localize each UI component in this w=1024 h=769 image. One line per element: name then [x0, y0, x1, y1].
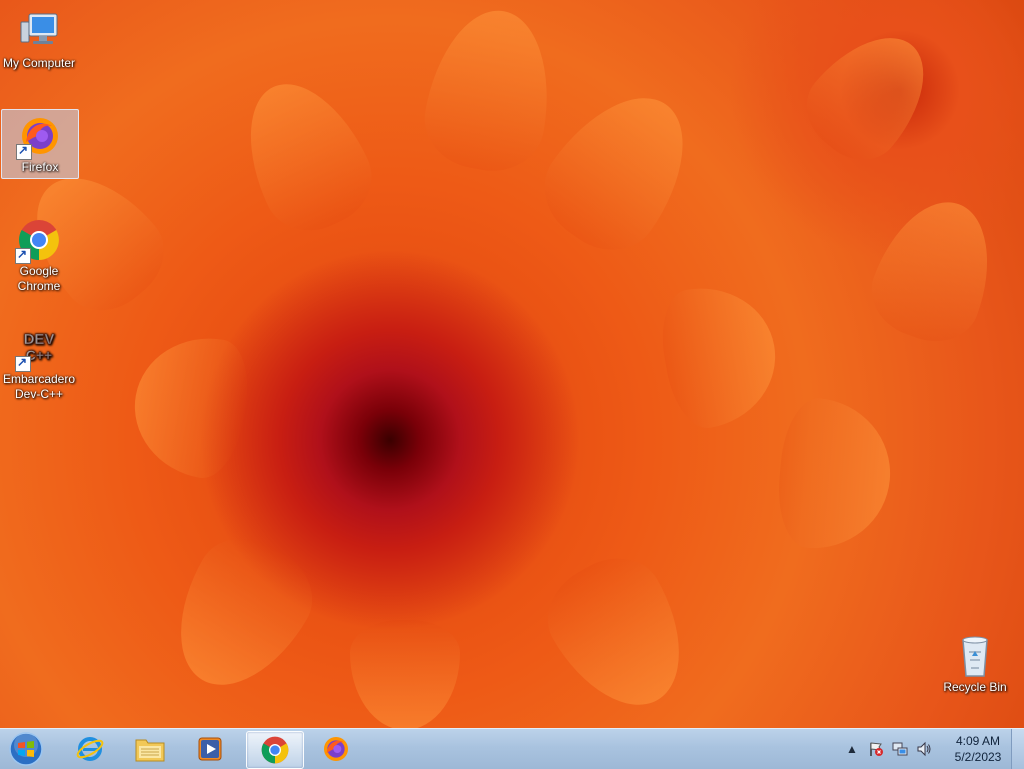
desktop-icon-label: Recycle Bin — [943, 680, 1007, 694]
clock[interactable]: 4:09 AM 5/2/2023 — [946, 733, 1010, 765]
network-icon[interactable] — [891, 740, 909, 758]
computer-icon — [15, 8, 63, 56]
internet-explorer-icon — [76, 737, 104, 761]
desktop: My Computer Firefox Google Ch — [0, 0, 1024, 728]
start-button[interactable] — [6, 730, 46, 768]
show-hidden-icons-arrow[interactable]: ▲ — [843, 740, 861, 758]
shortcut-arrow-icon — [16, 143, 32, 160]
desktop-icon-label: My Computer — [2, 56, 76, 70]
folder-icon — [135, 739, 165, 762]
taskbar-google-chrome[interactable] — [246, 731, 304, 769]
shortcut-arrow-icon — [15, 355, 31, 372]
system-tray: ▲ 4:09 AM 5/2/2023 — [840, 729, 1010, 769]
desktop-icon-firefox[interactable]: Firefox — [1, 109, 79, 179]
taskbar-file-explorer[interactable] — [122, 731, 178, 767]
clock-date: 5/2/2023 — [954, 750, 1002, 764]
desktop-icon-devcpp[interactable]: DEV C++ Embarcadero Dev-C++ — [1, 322, 77, 402]
clock-time: 4:09 AM — [955, 734, 1001, 748]
chrome-icon — [15, 216, 63, 264]
devcpp-icon: DEV C++ — [15, 324, 63, 372]
desktop-icon-my-computer[interactable]: My Computer — [1, 6, 77, 71]
taskbar-internet-explorer[interactable] — [62, 731, 118, 767]
svg-text:DEV: DEV — [24, 331, 55, 348]
firefox-icon — [324, 737, 348, 761]
recycle-bin-icon — [951, 632, 999, 680]
shortcut-arrow-icon — [15, 247, 31, 264]
taskbar: ▲ 4:09 AM 5/2/2023 — [0, 728, 1024, 769]
desktop-icon-label: Embarcadero Dev-C++ — [2, 372, 76, 401]
chrome-icon — [261, 736, 289, 764]
show-desktop-button[interactable] — [1011, 729, 1024, 769]
desktop-icon-label: Google Chrome — [17, 264, 61, 293]
taskbar-media-player[interactable] — [182, 731, 238, 767]
desktop-icon-google-chrome[interactable]: Google Chrome — [1, 214, 77, 294]
desktop-icon-label: Firefox — [21, 160, 59, 174]
taskbar-firefox[interactable] — [308, 731, 364, 767]
media-player-icon — [198, 737, 222, 761]
desktop-icon-recycle-bin[interactable]: Recycle Bin — [937, 630, 1013, 695]
volume-icon[interactable] — [915, 740, 933, 758]
firefox-icon — [16, 112, 64, 160]
action-center-flag-icon[interactable] — [867, 740, 885, 758]
windows-logo-icon — [9, 732, 43, 766]
